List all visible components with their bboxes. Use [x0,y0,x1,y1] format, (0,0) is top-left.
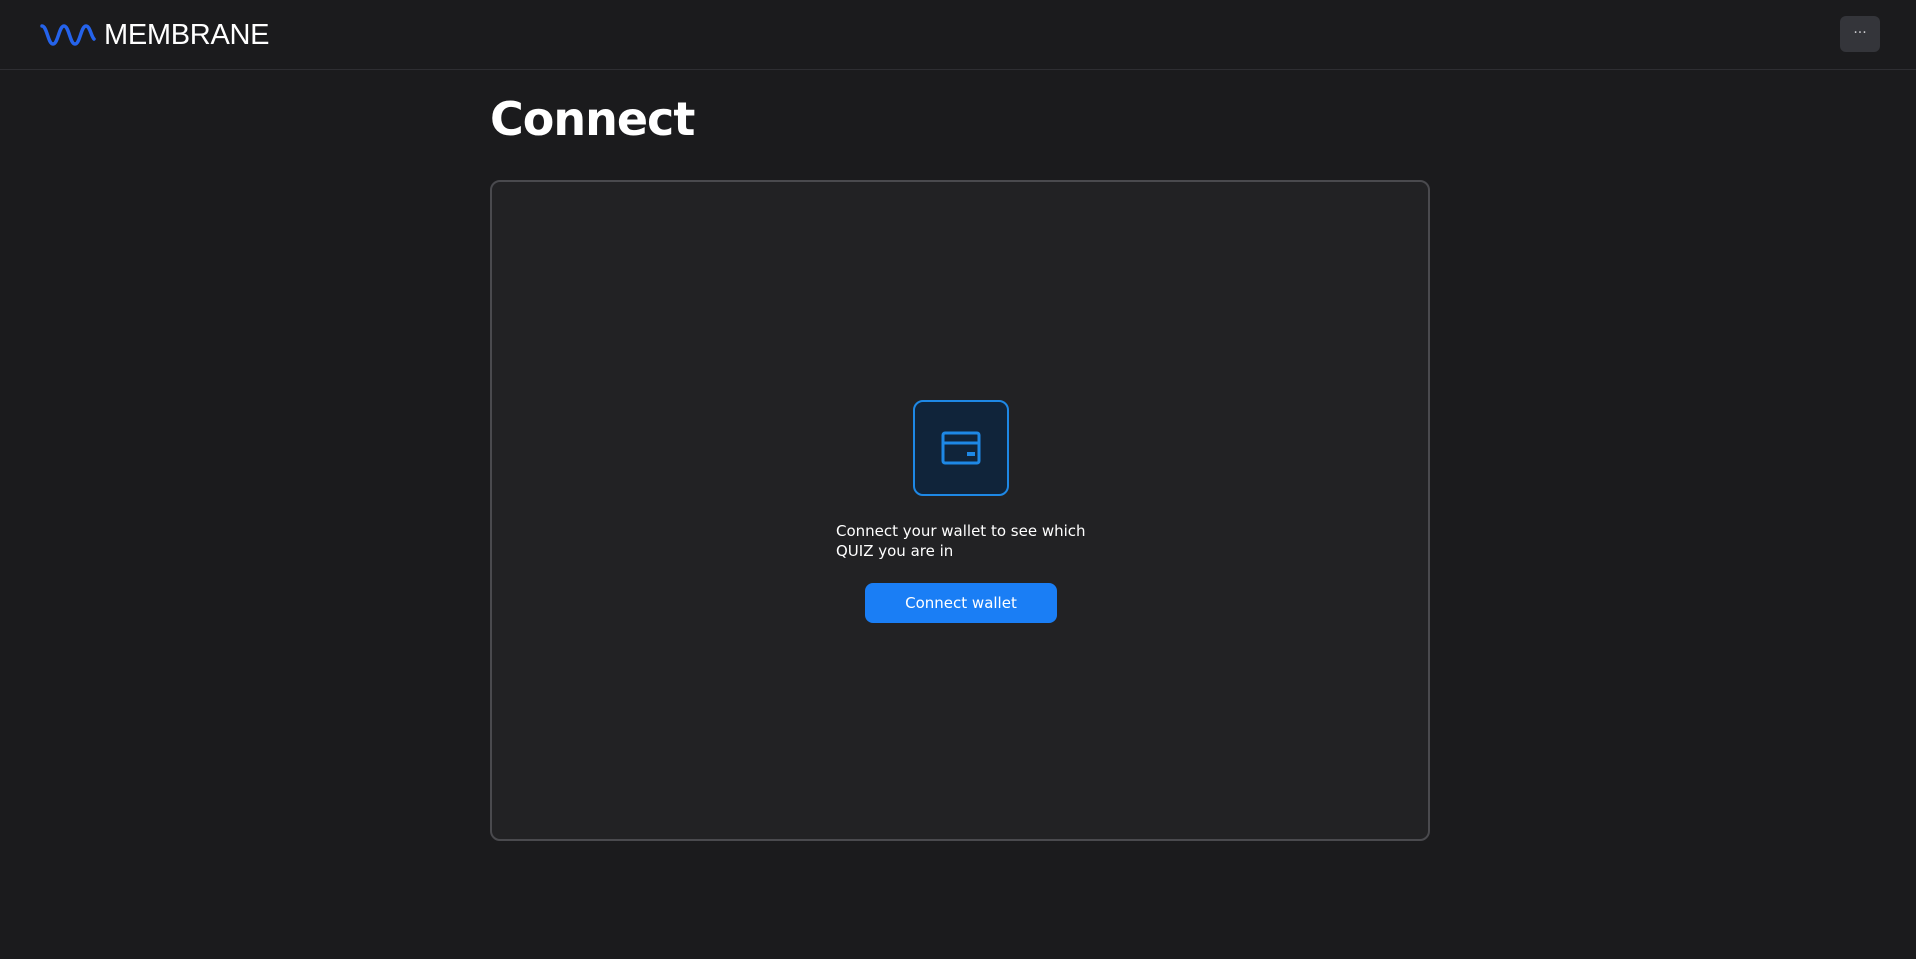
logo[interactable]: MEMBRANE [40,18,270,51]
connect-message: Connect your wallet to see which QUIZ yo… [836,522,1086,560]
connect-card: Connect your wallet to see which QUIZ yo… [490,180,1430,841]
wallet-icon-box [913,400,1009,496]
more-menu-button[interactable]: ··· [1840,16,1880,52]
connect-wallet-button[interactable]: Connect wallet [865,583,1057,623]
top-bar: MEMBRANE ··· [0,0,1916,70]
wallet-icon [941,431,981,465]
wave-logo-icon [40,24,96,46]
page-title: Connect [490,92,695,146]
logo-text: MEMBRANE [104,18,270,51]
